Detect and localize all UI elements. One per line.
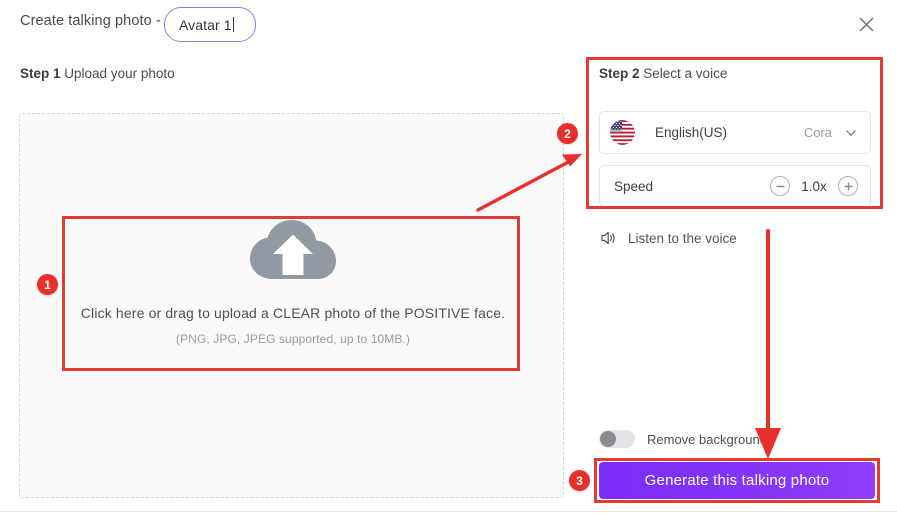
text-caret <box>232 17 234 32</box>
cloud-upload-icon <box>248 217 338 283</box>
listen-to-voice-button[interactable]: Listen to the voice <box>599 229 737 247</box>
chevron-down-icon[interactable] <box>844 126 858 140</box>
upload-dropzone-content: Click here or drag to upload a CLEAR pho… <box>64 215 522 365</box>
minus-circle-icon[interactable] <box>770 176 790 196</box>
toggle-knob <box>600 431 616 447</box>
voice-name-label: Cora <box>803 125 832 140</box>
remove-background-toggle[interactable] <box>599 430 635 448</box>
annotation-badge-3: 3 <box>569 470 590 491</box>
annotation-arrow-down <box>755 229 781 459</box>
step-2-label: Step 2 Select a voice <box>599 66 727 81</box>
us-flag-icon <box>610 120 635 145</box>
speed-control-row: Speed 1.0x <box>599 165 871 207</box>
remove-background-row: Remove background <box>599 430 767 448</box>
generate-talking-photo-button[interactable]: Generate this talking photo <box>599 462 875 499</box>
plus-circle-icon[interactable] <box>838 176 858 196</box>
voice-selector[interactable]: English(US) Cora <box>599 111 871 154</box>
step-1-number: Step 1 <box>20 66 61 81</box>
upload-sub-text: (PNG, JPG, JPEG supported, up to 10MB.) <box>176 332 410 346</box>
page-title: Create talking photo - <box>20 13 161 29</box>
step-2-text: Select a voice <box>643 66 728 81</box>
avatar-name-input[interactable]: Avatar 1 <box>164 7 256 42</box>
upload-dropzone[interactable]: Click here or drag to upload a CLEAR pho… <box>19 113 564 498</box>
create-talking-photo-dialog: Create talking photo - Avatar 1 Step 1 U… <box>0 0 897 520</box>
speaker-icon <box>599 229 617 247</box>
window-bottom-fill <box>0 512 897 520</box>
step-1-label: Step 1 Upload your photo <box>20 66 175 81</box>
remove-background-label: Remove background <box>647 431 767 447</box>
step-2-number: Step 2 <box>599 66 640 81</box>
upload-main-text: Click here or drag to upload a CLEAR pho… <box>80 305 506 321</box>
avatar-name-value: Avatar 1 <box>179 16 232 33</box>
voice-language-label: English(US) <box>655 125 728 140</box>
speed-value: 1.0x <box>801 178 827 194</box>
close-icon[interactable] <box>853 11 879 37</box>
speed-controls: 1.0x <box>770 176 858 196</box>
speed-label: Speed <box>614 178 654 194</box>
listen-to-voice-label: Listen to the voice <box>628 230 737 246</box>
step-1-text: Upload your photo <box>64 66 175 81</box>
